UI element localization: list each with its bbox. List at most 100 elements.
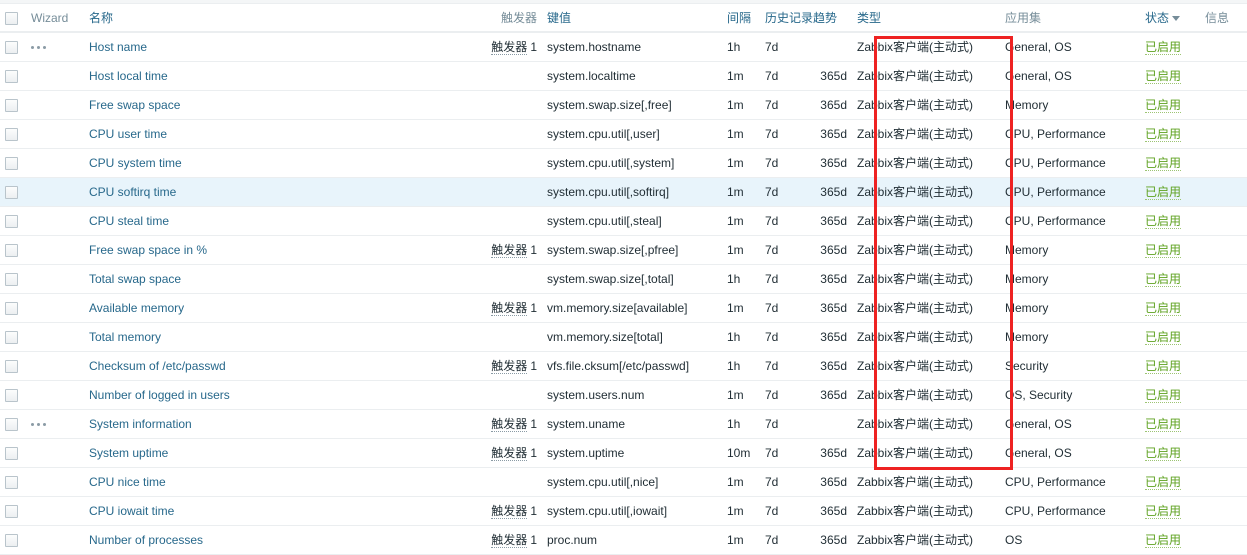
triggers-link[interactable]: 触发器 [491, 243, 528, 258]
item-name-link[interactable]: System uptime [89, 446, 168, 460]
status-badge[interactable]: 已启用 [1145, 69, 1182, 84]
item-name-link[interactable]: Available memory [89, 301, 184, 315]
update-interval-cell: 1h [722, 32, 760, 62]
status-badge[interactable]: 已启用 [1145, 98, 1182, 113]
table-row[interactable]: Checksum of /etc/passwd 触发器 1 vfs.file.cksu… [0, 351, 1247, 381]
item-name-link[interactable]: Number of logged in users [89, 388, 230, 402]
column-header-key[interactable]: 键值 [542, 4, 722, 33]
row-checkbox[interactable] [5, 359, 18, 373]
column-header-name[interactable]: 名称 [84, 4, 474, 33]
applications-cell: CPU, Performance [1000, 206, 1140, 236]
row-checkbox[interactable] [5, 533, 18, 547]
triggers-link[interactable]: 触发器 [491, 417, 528, 432]
triggers-cell [474, 264, 542, 294]
status-badge[interactable]: 已启用 [1145, 388, 1182, 403]
row-checkbox[interactable] [5, 243, 18, 257]
status-badge[interactable]: 已启用 [1145, 127, 1182, 142]
table-row[interactable]: CPU nice time system.cpu.util[,nice] 1m 7d 3… [0, 467, 1247, 497]
item-key-cell: system.swap.size[,pfree] [542, 235, 722, 265]
item-key-cell: system.uname [542, 409, 722, 439]
table-row[interactable]: Number of processes 触发器 1 proc.num 1m 7d 365d Z… [0, 525, 1247, 555]
table-row[interactable]: CPU user time system.cpu.util[,user] 1m 7d 3… [0, 119, 1247, 149]
row-checkbox[interactable] [5, 127, 18, 141]
table-row[interactable]: System uptime 触发器 1 system.uptime 10m 7d 365d Z… [0, 438, 1247, 468]
table-row[interactable]: Available memory 触发器 1 vm.memory.size[avail… [0, 293, 1247, 323]
item-name-link[interactable]: Free swap space in % [89, 243, 207, 257]
applications-cell: General, OS [1000, 438, 1140, 468]
more-options-icon[interactable] [31, 418, 46, 430]
status-badge[interactable]: 已启用 [1145, 214, 1182, 229]
table-row[interactable]: Total memory vm.memory.size[total] 1h 7d 365… [0, 322, 1247, 352]
status-badge[interactable]: 已启用 [1145, 156, 1182, 171]
item-name-link[interactable]: CPU nice time [89, 475, 166, 489]
applications-cell: CPU, Performance [1000, 119, 1140, 149]
row-checkbox[interactable] [5, 272, 18, 286]
table-row[interactable]: CPU softirq time system.cpu.util[,softirq… [0, 177, 1247, 207]
item-name-cell: CPU nice time [84, 467, 474, 497]
item-name-link[interactable]: CPU user time [89, 127, 167, 141]
row-checkbox[interactable] [5, 504, 18, 518]
row-checkbox[interactable] [5, 69, 18, 83]
table-row[interactable]: Total swap space system.swap.size[,total]… [0, 264, 1247, 294]
status-badge[interactable]: 已启用 [1145, 301, 1182, 316]
row-checkbox[interactable] [5, 156, 18, 170]
triggers-link[interactable]: 触发器 [491, 301, 528, 316]
table-row[interactable]: CPU iowait time 触发器 1 system.cpu.util[,iowa… [0, 496, 1247, 526]
column-header-history[interactable]: 历史记录 [760, 4, 813, 33]
status-badge[interactable]: 已启用 [1145, 40, 1182, 56]
column-header-status[interactable]: 状态 [1140, 4, 1200, 33]
row-checkbox[interactable] [5, 330, 18, 344]
row-checkbox[interactable] [5, 446, 18, 460]
item-key-cell: system.cpu.util[,iowait] [542, 496, 722, 526]
item-name-link[interactable]: Free swap space [89, 98, 180, 112]
table-row[interactable]: CPU system time system.cpu.util[,system] 1… [0, 148, 1247, 178]
column-header-interval[interactable]: 间隔 [722, 4, 760, 33]
triggers-link[interactable]: 触发器 [491, 504, 528, 519]
row-checkbox[interactable] [5, 475, 18, 489]
item-name-link[interactable]: System information [89, 417, 192, 431]
item-name-link[interactable]: Host local time [89, 69, 168, 83]
triggers-link[interactable]: 触发器 [491, 40, 528, 56]
item-name-link[interactable]: Total swap space [89, 272, 181, 286]
row-checkbox[interactable] [5, 388, 18, 402]
item-name-link[interactable]: CPU softirq time [89, 185, 176, 199]
item-name-link[interactable]: CPU system time [89, 156, 182, 170]
table-row[interactable]: Number of logged in users system.users.nu… [0, 380, 1247, 410]
select-all-checkbox[interactable] [5, 11, 18, 25]
status-badge[interactable]: 已启用 [1145, 359, 1182, 374]
row-checkbox[interactable] [5, 185, 18, 199]
status-badge[interactable]: 已启用 [1145, 272, 1182, 287]
table-row[interactable]: Free swap space system.swap.size[,free] 1m… [0, 90, 1247, 120]
status-badge[interactable]: 已启用 [1145, 475, 1182, 490]
trends-cell: 365d [808, 264, 852, 294]
more-options-icon[interactable] [31, 41, 46, 53]
row-checkbox[interactable] [5, 98, 18, 112]
row-checkbox[interactable] [5, 40, 18, 54]
status-badge[interactable]: 已启用 [1145, 330, 1182, 345]
table-row[interactable]: Host name 触发器 1 system.hostname 1h 7d Zabbix客户… [0, 32, 1247, 62]
status-badge[interactable]: 已启用 [1145, 185, 1182, 200]
status-badge[interactable]: 已启用 [1145, 504, 1182, 519]
row-checkbox[interactable] [5, 417, 18, 431]
item-name-link[interactable]: CPU iowait time [89, 504, 174, 518]
item-name-link[interactable]: Host name [89, 40, 147, 54]
status-badge[interactable]: 已启用 [1145, 417, 1182, 432]
item-name-link[interactable]: Total memory [89, 330, 161, 344]
row-checkbox[interactable] [5, 301, 18, 315]
table-row[interactable]: Host local time system.localtime 1m 7d 365d Z… [0, 61, 1247, 91]
item-name-link[interactable]: Checksum of /etc/passwd [89, 359, 226, 373]
status-cell: 已启用 [1140, 119, 1200, 149]
item-type-cell: Zabbix客户端(主动式) [852, 264, 1000, 294]
status-badge[interactable]: 已启用 [1145, 446, 1182, 461]
item-name-link[interactable]: Number of processes [89, 533, 203, 547]
row-checkbox[interactable] [5, 214, 18, 228]
table-row[interactable]: CPU steal time system.cpu.util[,steal] 1m 7… [0, 206, 1247, 236]
column-header-trends[interactable]: 趋势 [808, 4, 852, 33]
item-name-link[interactable]: CPU steal time [89, 214, 169, 228]
triggers-link[interactable]: 触发器 [491, 446, 528, 461]
column-header-type[interactable]: 类型 [852, 4, 1000, 33]
status-badge[interactable]: 已启用 [1145, 243, 1182, 258]
table-row[interactable]: System information 触发器 1 system.uname 1h 7d Za… [0, 409, 1247, 439]
table-row[interactable]: Free swap space in % 触发器 1 system.swap.size… [0, 235, 1247, 265]
triggers-link[interactable]: 触发器 [491, 359, 528, 374]
